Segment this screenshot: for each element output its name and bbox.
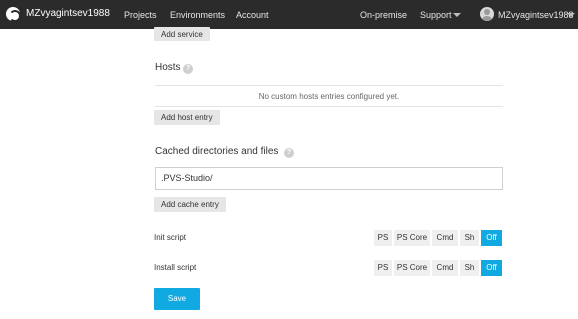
add-cache-entry-button[interactable]: Add cache entry xyxy=(154,197,226,212)
install-script-label: Install script xyxy=(154,263,197,272)
install-script-cmd[interactable]: Cmd xyxy=(432,260,458,276)
init-script-ps-core[interactable]: PS Core xyxy=(394,230,430,246)
top-navigation-bar: MZvyagintsev1988 Projects Environments A… xyxy=(0,0,578,29)
hosts-empty-message: No custom hosts entries configured yet. xyxy=(155,85,503,107)
install-script-off[interactable]: Off xyxy=(481,260,502,276)
cache-title: Cached directories and files xyxy=(155,146,279,157)
nav-account[interactable]: Account xyxy=(236,10,269,20)
add-host-entry-button[interactable]: Add host entry xyxy=(154,110,220,125)
init-script-off[interactable]: Off xyxy=(481,230,502,246)
init-script-ps[interactable]: PS xyxy=(374,230,392,246)
appveyor-logo-icon[interactable] xyxy=(6,7,21,22)
cache-help-icon[interactable]: ? xyxy=(284,148,294,158)
hosts-help-icon[interactable]: ? xyxy=(183,64,193,74)
account-name[interactable]: MZvyagintsev1988 xyxy=(26,8,110,19)
init-script-sh[interactable]: Sh xyxy=(460,230,479,246)
nav-on-premise[interactable]: On-premise xyxy=(360,10,407,20)
user-chevron-down-icon[interactable] xyxy=(567,13,575,17)
init-script-label: Init script xyxy=(154,233,187,242)
save-button[interactable]: Save xyxy=(154,288,200,310)
user-menu-name[interactable]: MZvyagintsev1988 xyxy=(498,10,574,20)
install-script-ps[interactable]: PS xyxy=(374,260,392,276)
cache-entry-input[interactable]: .PVS-Studio/ xyxy=(155,167,503,190)
nav-support[interactable]: Support xyxy=(420,10,452,20)
init-script-cmd[interactable]: Cmd xyxy=(432,230,458,246)
install-script-sh[interactable]: Sh xyxy=(460,260,479,276)
support-chevron-down-icon[interactable] xyxy=(453,13,461,17)
install-script-ps-core[interactable]: PS Core xyxy=(394,260,430,276)
hosts-title: Hosts xyxy=(155,62,181,73)
nav-projects[interactable]: Projects xyxy=(124,10,157,20)
nav-environments[interactable]: Environments xyxy=(170,10,225,20)
add-service-button[interactable]: Add service xyxy=(154,27,210,41)
user-avatar[interactable] xyxy=(480,7,494,21)
